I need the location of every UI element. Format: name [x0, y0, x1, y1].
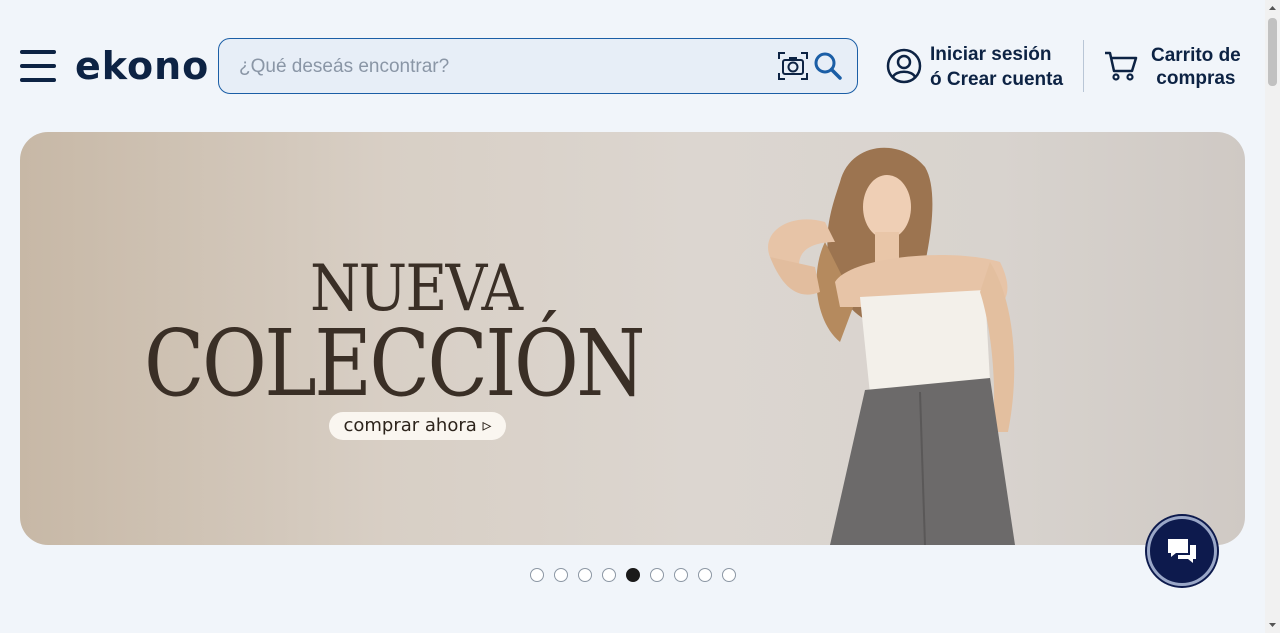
chat-icon: [1168, 539, 1196, 563]
logo[interactable]: ekono: [75, 44, 209, 88]
shop-now-button[interactable]: comprar ahora ▹: [329, 412, 506, 440]
cart-icon: [1105, 51, 1138, 81]
banner-title-line2: COLECCIÓN: [144, 310, 645, 417]
search-icon: [814, 52, 842, 80]
carousel-dot[interactable]: [530, 568, 544, 582]
menu-icon-bar: [20, 64, 56, 68]
carousel-dot-active[interactable]: [626, 568, 640, 582]
scrollbar[interactable]: [1265, 0, 1280, 633]
search-bar: [218, 38, 858, 94]
hero-banner[interactable]: NUEVA COLECCIÓN comprar ahora ▹: [20, 132, 1245, 545]
menu-icon-bar: [20, 78, 56, 82]
carousel-dot[interactable]: [722, 568, 736, 582]
model-photo: [768, 147, 1015, 545]
carousel-dot[interactable]: [674, 568, 688, 582]
login-text: Iniciar sesión ó Crear cuenta: [930, 42, 1063, 92]
create-account-label: ó Crear cuenta: [930, 69, 1064, 90]
menu-icon-bar: [20, 50, 56, 54]
carousel-dot[interactable]: [578, 568, 592, 582]
carousel-dot[interactable]: [650, 568, 664, 582]
search-input[interactable]: [239, 53, 779, 81]
scroll-down-icon: [1269, 623, 1276, 627]
chat-button[interactable]: [1147, 516, 1217, 586]
login-link[interactable]: Iniciar sesión ó Crear cuenta: [886, 42, 1076, 94]
camera-search-button[interactable]: [777, 51, 809, 81]
scroll-up-icon: [1269, 6, 1276, 10]
site-header: ekono Iniciar sesión ó Crear cuent: [0, 0, 1265, 120]
carousel-dot[interactable]: [554, 568, 568, 582]
user-icon: [886, 48, 922, 84]
login-label: Iniciar sesión: [930, 44, 1052, 65]
cart-label-line1: Carrito de: [1151, 45, 1241, 66]
cart-label-line2: compras: [1156, 68, 1236, 89]
carousel-dot[interactable]: [698, 568, 712, 582]
scroll-thumb[interactable]: [1268, 18, 1277, 86]
cart-text: Carrito de compras: [1151, 44, 1241, 90]
search-button[interactable]: [813, 51, 843, 81]
pointer-icon: ▹: [482, 415, 492, 436]
header-divider: [1083, 40, 1084, 92]
carousel-dot[interactable]: [602, 568, 616, 582]
camera-icon: [778, 52, 808, 80]
cart-link[interactable]: Carrito de compras: [1104, 42, 1254, 94]
menu-button[interactable]: [20, 48, 56, 84]
shop-now-label: comprar ahora: [343, 415, 477, 436]
